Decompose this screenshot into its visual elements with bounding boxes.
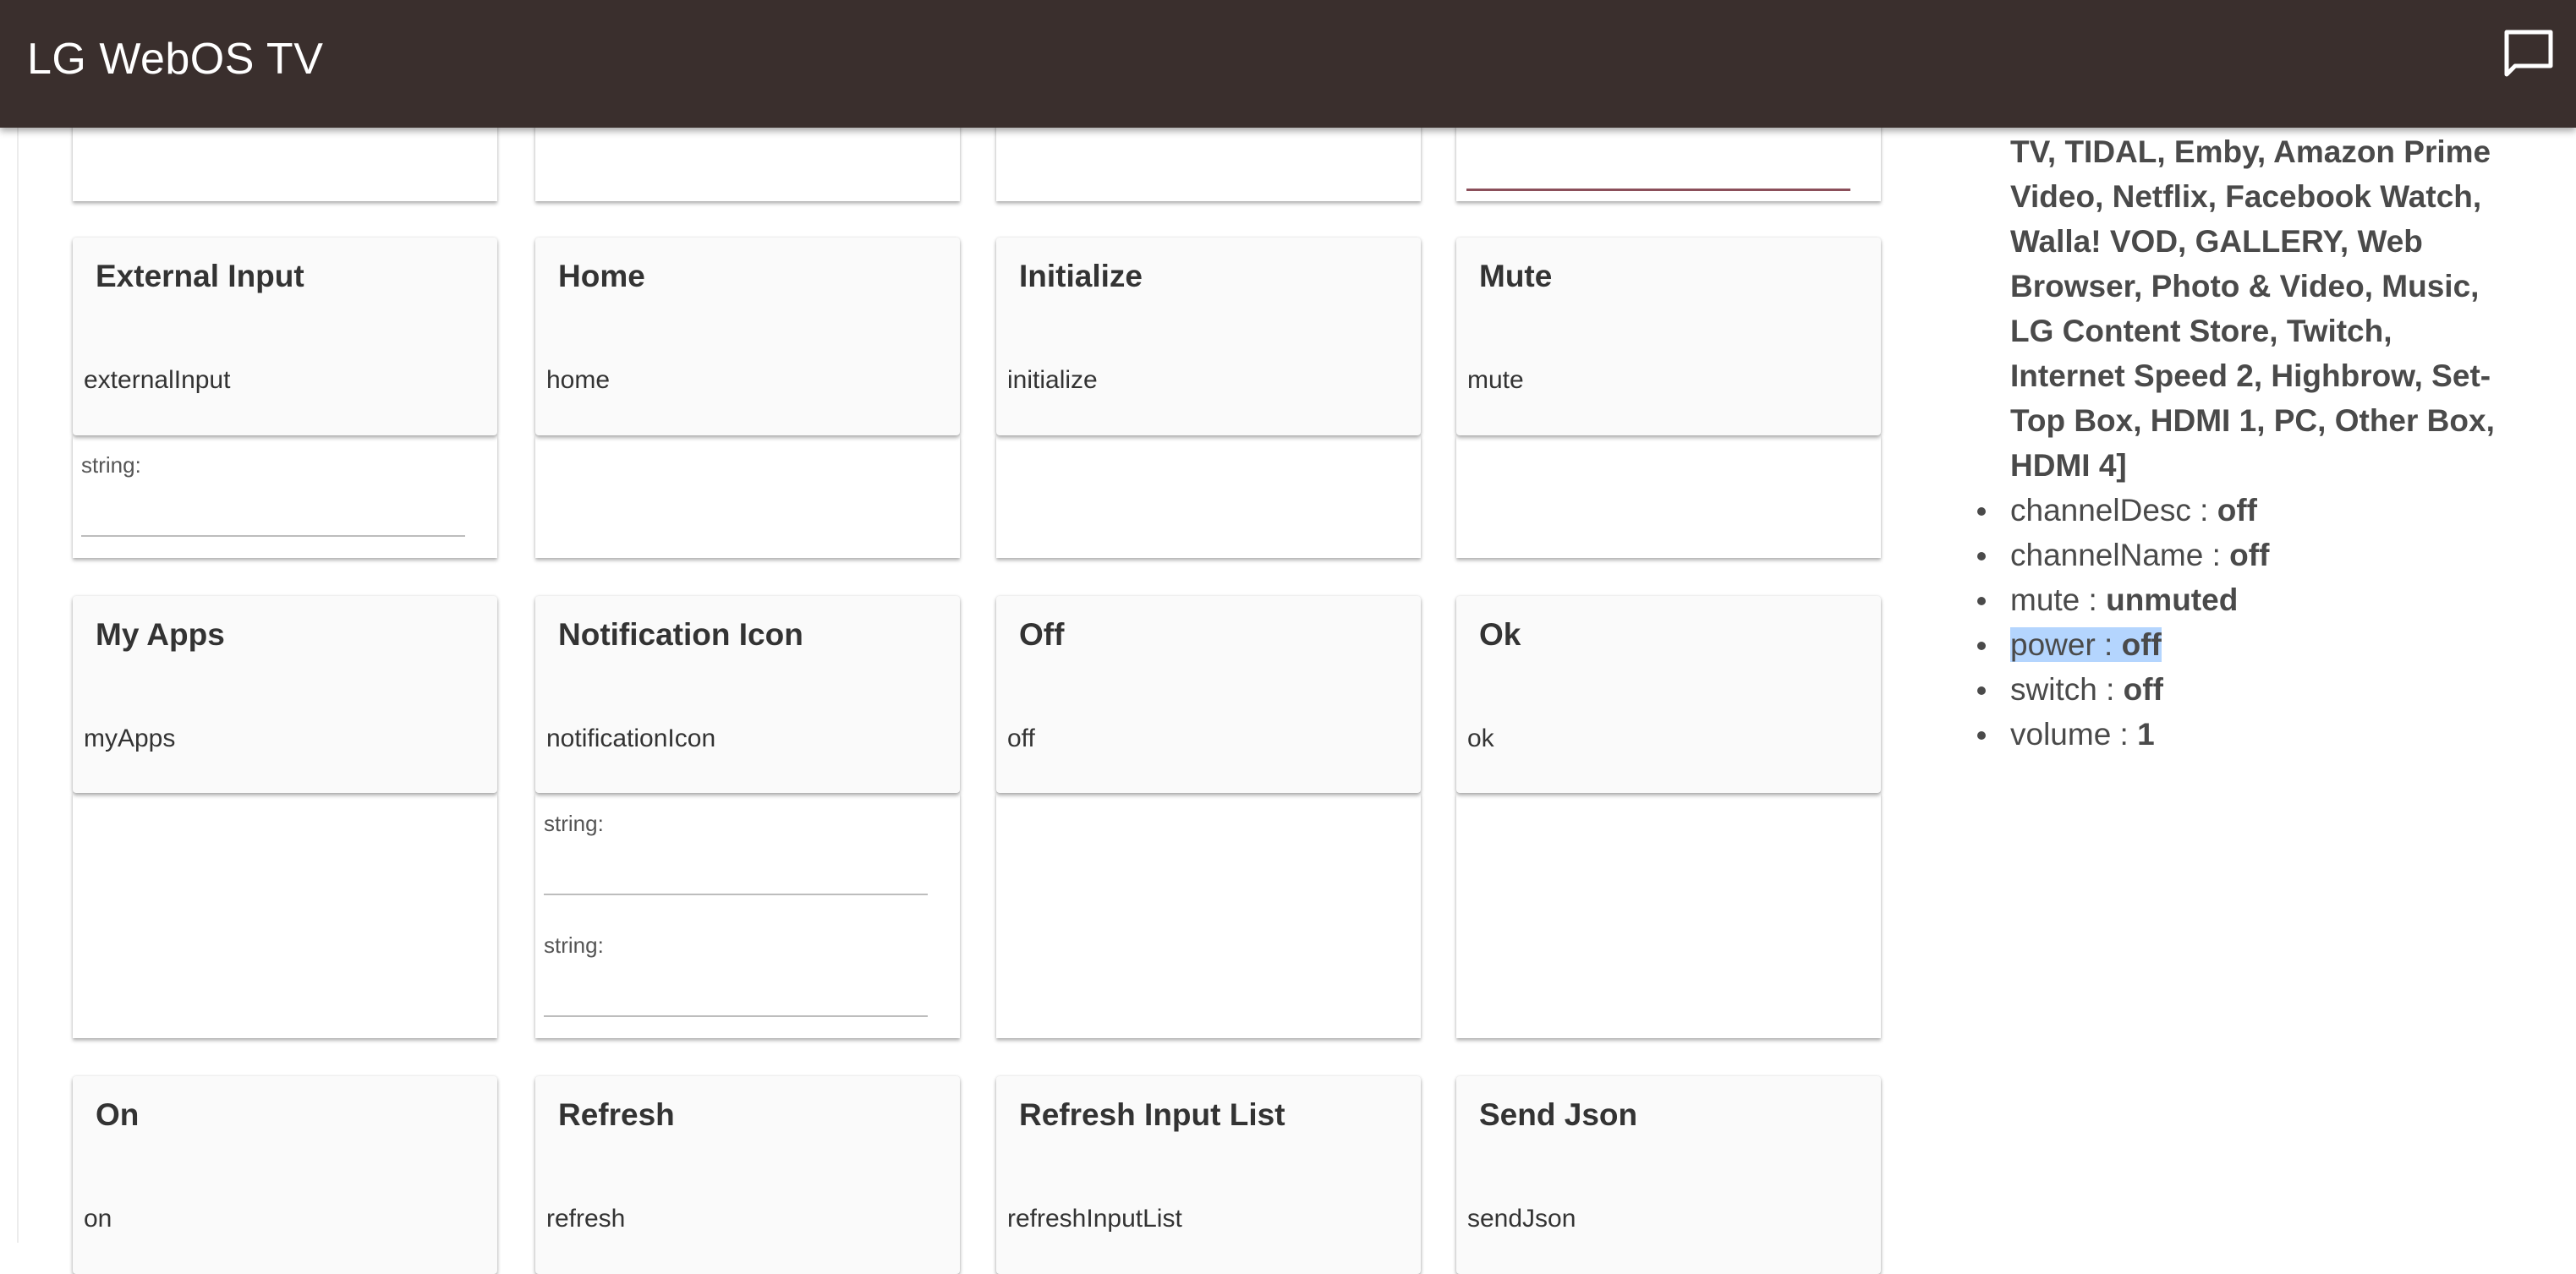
command-button[interactable]: Send Json sendJson bbox=[1456, 1076, 1881, 1274]
command-card-body bbox=[996, 793, 1421, 1038]
string-input[interactable] bbox=[544, 843, 931, 894]
attribute-value: off bbox=[2123, 672, 2163, 707]
string-input[interactable] bbox=[81, 484, 469, 535]
value-line: Video, Netflix, Facebook Watch, bbox=[2010, 179, 2482, 214]
attribute-item: channelName : off bbox=[1977, 533, 2551, 577]
command-name: refreshInputList bbox=[1007, 1205, 1182, 1233]
attribute-sep: : bbox=[2111, 717, 2138, 752]
command-button[interactable]: Refresh Input List refreshInputList bbox=[996, 1076, 1421, 1274]
command-button[interactable]: Mute mute bbox=[1456, 238, 1881, 435]
command-card-body bbox=[1456, 435, 1881, 558]
attribute-item: power : off bbox=[1977, 622, 2551, 667]
command-name: mute bbox=[1467, 366, 1524, 394]
field-label: string: bbox=[544, 932, 604, 958]
command-name: refresh bbox=[546, 1205, 626, 1233]
attribute-name: mute bbox=[2010, 582, 2080, 617]
command-button[interactable]: On on bbox=[73, 1076, 497, 1274]
value-line: Walla! VOD, GALLERY, Web bbox=[2010, 224, 2423, 259]
string-input[interactable] bbox=[544, 965, 931, 1015]
content-left-border bbox=[17, 0, 19, 1243]
command-card-body bbox=[996, 435, 1421, 558]
command-name: ok bbox=[1467, 724, 1494, 752]
command-card-body bbox=[1456, 793, 1881, 1038]
command-card-body: string: bbox=[73, 435, 497, 558]
attribute-sep: : bbox=[2203, 538, 2230, 572]
command-button[interactable]: Initialize initialize bbox=[996, 238, 1421, 435]
command-name: home bbox=[546, 366, 611, 394]
supported-inputs-value: makoTV, Reshet 13, Plex, Apple TV, TIDAL… bbox=[2010, 85, 2551, 488]
command-title: Ok bbox=[1479, 617, 1521, 652]
command-name: notificationIcon bbox=[546, 724, 716, 752]
attribute-item: mute : unmuted bbox=[1977, 577, 2551, 622]
selected-text: power : off bbox=[2010, 627, 2162, 662]
attribute-sep: : bbox=[2095, 627, 2122, 662]
attribute-value: off bbox=[2217, 493, 2257, 528]
command-name: off bbox=[1007, 724, 1035, 752]
command-name: on bbox=[84, 1205, 112, 1233]
attributes-panel: makoTV, Reshet 13, Plex, Apple TV, TIDAL… bbox=[1977, 85, 2551, 757]
command-title: Send Json bbox=[1479, 1097, 1638, 1132]
command-title: External Input bbox=[96, 259, 304, 293]
command-title: On bbox=[96, 1097, 140, 1132]
command-button[interactable]: Home home bbox=[535, 238, 960, 435]
command-card-body: string: string: bbox=[535, 793, 960, 1038]
attribute-value: unmuted bbox=[2106, 582, 2239, 617]
attribute-value: off bbox=[2229, 538, 2270, 572]
command-button[interactable]: Notification Icon notificationIcon bbox=[535, 596, 960, 793]
command-title: Off bbox=[1019, 617, 1065, 652]
value-line: TV, TIDAL, Emby, Amazon Prime bbox=[2010, 134, 2491, 169]
field-label: string: bbox=[81, 452, 141, 478]
input-underline bbox=[544, 894, 928, 895]
value-line: Internet Speed 2, Highbrow, Set- bbox=[2010, 358, 2491, 393]
value-line: LG Content Store, Twitch, bbox=[2010, 314, 2392, 348]
field-label: string: bbox=[544, 811, 604, 836]
attribute-item: volume : 1 bbox=[1977, 712, 2551, 757]
attribute-item: switch : off bbox=[1977, 667, 2551, 712]
attribute-value: 1 bbox=[2137, 717, 2155, 752]
attribute-name: channelDesc bbox=[2010, 493, 2191, 528]
command-card-body bbox=[535, 435, 960, 558]
app-bar: LG WebOS TV bbox=[0, 0, 2576, 128]
command-title: Home bbox=[558, 259, 645, 293]
attribute-sep: : bbox=[2080, 582, 2107, 617]
command-name: myApps bbox=[84, 724, 176, 752]
command-title: Refresh bbox=[558, 1097, 675, 1132]
attribute-value: off bbox=[2121, 627, 2162, 662]
attribute-name: volume bbox=[2010, 717, 2112, 752]
attribute-name: power bbox=[2010, 627, 2096, 662]
command-name: externalInput bbox=[84, 366, 231, 394]
command-title: Mute bbox=[1479, 259, 1553, 293]
command-button[interactable]: Ok ok bbox=[1456, 596, 1881, 793]
value-line: HDMI 4] bbox=[2010, 448, 2127, 483]
command-title: Initialize bbox=[1019, 259, 1143, 293]
command-button[interactable]: Off off bbox=[996, 596, 1421, 793]
command-name: initialize bbox=[1007, 366, 1098, 394]
command-title: My Apps bbox=[96, 617, 225, 652]
value-line: Browser, Photo & Video, Music, bbox=[2010, 269, 2480, 303]
attribute-name: channelName bbox=[2010, 538, 2204, 572]
app-title: LG WebOS TV bbox=[27, 35, 324, 84]
command-title: Refresh Input List bbox=[1019, 1097, 1285, 1132]
command-card-body bbox=[73, 793, 497, 1038]
command-button[interactable]: My Apps myApps bbox=[73, 596, 497, 793]
value-line: Top Box, HDMI 1, PC, Other Box, bbox=[2010, 403, 2495, 438]
active-input-underline[interactable] bbox=[1466, 189, 1850, 191]
chat-bubble-icon[interactable] bbox=[2503, 29, 2554, 79]
command-button[interactable]: External Input externalInput bbox=[73, 238, 497, 435]
input-underline bbox=[81, 535, 465, 537]
attribute-list: channelDesc : off channelName : off mute… bbox=[1977, 488, 2551, 757]
attribute-sep: : bbox=[2190, 493, 2217, 528]
attribute-sep: : bbox=[2096, 672, 2124, 707]
attribute-item: channelDesc : off bbox=[1977, 488, 2551, 533]
command-button[interactable]: Refresh refresh bbox=[535, 1076, 960, 1274]
command-name: sendJson bbox=[1467, 1205, 1576, 1233]
input-underline bbox=[544, 1015, 928, 1017]
attribute-name: switch bbox=[2010, 672, 2097, 707]
command-title: Notification Icon bbox=[558, 617, 803, 652]
